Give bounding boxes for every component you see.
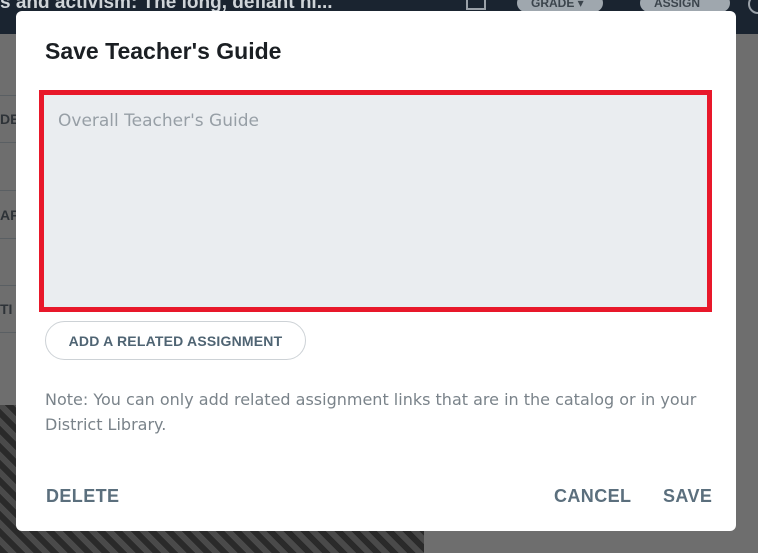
- background-divider: [0, 332, 16, 333]
- related-assignment-note: Note: You can only add related assignmen…: [45, 390, 697, 434]
- dialog-title: Save Teacher's Guide: [45, 38, 282, 64]
- profile-icon: [748, 0, 758, 14]
- background-side-label: TI: [0, 301, 13, 317]
- background-divider: [0, 238, 16, 239]
- teachers-guide-textarea[interactable]: [44, 95, 707, 307]
- background-divider: [0, 95, 16, 96]
- background-divider: [0, 142, 16, 143]
- save-teachers-guide-dialog: Save Teacher's Guide ADD A RELATED ASSIG…: [16, 11, 736, 531]
- background-divider: [0, 285, 16, 286]
- guide-input-highlight: [39, 90, 712, 312]
- cancel-button[interactable]: CANCEL: [554, 486, 631, 507]
- add-related-assignment-button[interactable]: ADD A RELATED ASSIGNMENT: [45, 321, 306, 360]
- delete-button[interactable]: DELETE: [46, 486, 119, 507]
- background-divider: [0, 190, 16, 191]
- save-button[interactable]: SAVE: [663, 486, 712, 507]
- grid-icon: [466, 0, 486, 10]
